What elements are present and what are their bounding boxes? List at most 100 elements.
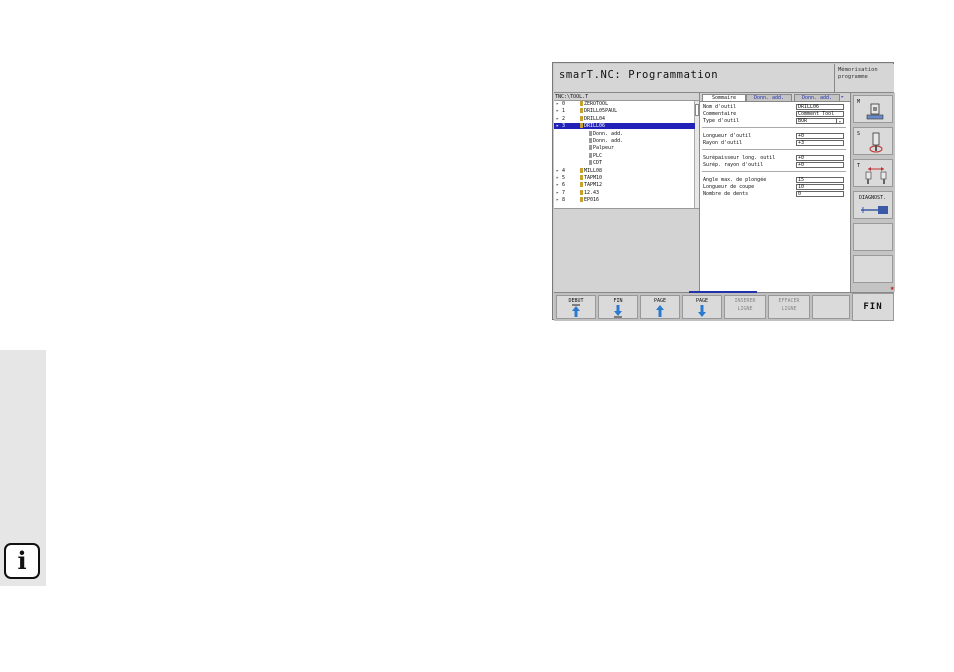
mode-label: Mémorisation programme bbox=[838, 67, 878, 80]
form-row: Surép. rayon d'outil +0 bbox=[703, 162, 845, 169]
form-row: Longueur de coupe 10 bbox=[703, 184, 845, 191]
softkey-row-indicator bbox=[689, 291, 757, 293]
tree-row-label: DRILL06 bbox=[584, 123, 606, 130]
field-value-text: +0 bbox=[798, 162, 805, 168]
tab-scroll-right-icon[interactable]: ▸ bbox=[841, 94, 849, 101]
tool-icon bbox=[580, 108, 583, 114]
field-value-text: Comment Tool bbox=[798, 111, 835, 117]
tree-row-label: MILL08 bbox=[584, 167, 603, 174]
tool-icon bbox=[589, 138, 592, 143]
softkey-s[interactable]: S bbox=[853, 127, 893, 155]
tree-row-number: 8 bbox=[562, 197, 566, 204]
tree-row-number: 3 bbox=[562, 123, 566, 130]
tree-row[interactable]: Palpeur bbox=[554, 145, 695, 151]
softkey-page-up[interactable]: PAGE bbox=[640, 295, 680, 319]
field-label: Rayon d'outil bbox=[703, 140, 743, 146]
window-title: smarT.NC: Programmation bbox=[559, 69, 719, 81]
softkey-inserer-sub: LIGNE bbox=[737, 306, 753, 312]
tool-icon bbox=[580, 115, 583, 121]
softkey-debut[interactable]: DEBUT bbox=[556, 295, 596, 319]
info-icon-label: i bbox=[17, 546, 27, 575]
field-value-text: 0 bbox=[798, 191, 802, 197]
expand-icon[interactable]: ▸ bbox=[556, 182, 559, 188]
tree-row[interactable]: ▸ 1 DRILL05PAUL bbox=[554, 108, 695, 114]
expand-icon[interactable]: ▸ bbox=[556, 175, 559, 181]
field-value[interactable]: 0 bbox=[796, 191, 844, 197]
tree-row-number: 4 bbox=[562, 167, 566, 174]
softkey-inserer-ligne[interactable]: INSERER LIGNE bbox=[724, 295, 766, 319]
tool-tree-list: ▸ 0 ZEROTOOL ▸ 1 DRILL05PAUL ▸ 2 DRILL04 ▸ 3 DRILL0… bbox=[554, 100, 699, 209]
form-divider bbox=[702, 127, 846, 128]
field-value-text: DRILL06 bbox=[798, 104, 820, 110]
expand-icon[interactable]: ▸ bbox=[556, 108, 559, 114]
form-tabs: Sommaire Donn. add. Donn. add. ▸ bbox=[700, 93, 850, 101]
tree-row-label: EP016 bbox=[584, 197, 600, 204]
softkey-fin-end[interactable]: FIN bbox=[598, 295, 638, 319]
softkey-empty-6[interactable] bbox=[853, 255, 893, 283]
tree-scroll-thumb[interactable] bbox=[695, 104, 699, 116]
softkey-empty-bottom[interactable] bbox=[812, 295, 850, 319]
tool-icon bbox=[580, 175, 583, 180]
field-value[interactable]: 15 bbox=[796, 177, 844, 183]
field-value[interactable]: Comment Tool bbox=[796, 111, 844, 117]
tree-row[interactable]: PLC bbox=[554, 152, 695, 159]
field-value[interactable]: +0 bbox=[796, 162, 844, 168]
tree-row[interactable]: ▸ 6 TAPM12 bbox=[554, 182, 695, 188]
expand-icon[interactable]: ▸ bbox=[556, 101, 559, 107]
tool-icon bbox=[580, 101, 583, 106]
fin-button[interactable]: FIN bbox=[852, 293, 894, 321]
tool-icon bbox=[589, 130, 592, 136]
tree-row[interactable]: Donn. add. bbox=[554, 138, 695, 144]
softkey-effacer-ligne[interactable]: EFFACER LIGNE bbox=[768, 295, 810, 319]
tree-row-number: 7 bbox=[562, 189, 566, 196]
corner-marker-icon: ✱ bbox=[890, 285, 894, 292]
expand-icon[interactable]: ▸ bbox=[556, 190, 559, 196]
tab-donn-add-1[interactable]: Donn. add. bbox=[746, 94, 792, 101]
tree-row[interactable]: ▸ 5 TAPM10 bbox=[554, 175, 695, 181]
field-value[interactable]: DRILL06 bbox=[796, 104, 844, 110]
tree-row[interactable]: ▸ 2 DRILL04 bbox=[554, 115, 695, 122]
expand-icon[interactable]: ▸ bbox=[556, 168, 559, 174]
tab-sommaire[interactable]: Sommaire bbox=[702, 94, 746, 101]
softkey-t[interactable]: T bbox=[853, 159, 893, 187]
tool-icon bbox=[589, 152, 592, 158]
expand-icon[interactable]: ▸ bbox=[556, 116, 559, 122]
tree-row-label: TAPM12 bbox=[584, 182, 603, 189]
tab-donn-add-2[interactable]: Donn. add. bbox=[794, 94, 840, 101]
spindle-speed-icon bbox=[869, 132, 883, 153]
expand-icon[interactable]: ▸ bbox=[556, 197, 559, 203]
tree-row[interactable]: ▸ 3 DRILL06 bbox=[554, 123, 695, 130]
tree-row[interactable]: ▸ 7 12.43 bbox=[554, 189, 695, 196]
info-icon: i bbox=[4, 543, 40, 579]
tree-row-number: 1 bbox=[562, 108, 566, 115]
tool-icon bbox=[589, 160, 592, 166]
field-value[interactable]: +3 bbox=[796, 140, 844, 146]
tree-row-number: 5 bbox=[562, 175, 566, 181]
tree-row[interactable]: Donn. add. bbox=[554, 130, 695, 137]
tree-row-label: DRILL04 bbox=[584, 115, 606, 122]
softkey-m[interactable]: M bbox=[853, 95, 893, 123]
softkey-page-down[interactable]: PAGE bbox=[682, 295, 722, 319]
field-value-text: +0 bbox=[798, 133, 805, 139]
tree-row-label: 12.43 bbox=[584, 189, 600, 196]
field-value[interactable]: +0 bbox=[796, 133, 844, 139]
form-row: Surépaisseur long. outil +0 bbox=[703, 155, 845, 162]
tree-row[interactable]: ▸ 8 EP016 bbox=[554, 197, 695, 203]
tool-form-panel: Sommaire Donn. add. Donn. add. ▸ Nom d'o… bbox=[700, 93, 850, 293]
tree-row[interactable]: CDT bbox=[554, 160, 695, 166]
dropdown-arrow-icon[interactable]: ▾ bbox=[836, 119, 843, 124]
field-value-text: +3 bbox=[798, 140, 805, 146]
mode-indicator: Mémorisation programme bbox=[834, 64, 894, 93]
softkey-effacer-label: EFFACER bbox=[778, 298, 800, 304]
field-value[interactable]: +0 bbox=[796, 155, 844, 161]
field-value[interactable]: BOR ▾ bbox=[796, 118, 844, 124]
tool-icon bbox=[580, 167, 583, 173]
expand-icon[interactable]: ▸ bbox=[556, 123, 559, 129]
tree-row-number: 6 bbox=[562, 182, 566, 189]
field-value[interactable]: 10 bbox=[796, 184, 844, 190]
tree-row[interactable]: ▸ 4 MILL08 bbox=[554, 167, 695, 174]
tree-row[interactable]: ▸ 0 ZEROTOOL bbox=[554, 101, 695, 107]
softkey-t-label: T bbox=[857, 163, 861, 169]
softkey-diagnost[interactable]: DIAGNOST. bbox=[853, 191, 893, 219]
softkey-empty-5[interactable] bbox=[853, 223, 893, 251]
